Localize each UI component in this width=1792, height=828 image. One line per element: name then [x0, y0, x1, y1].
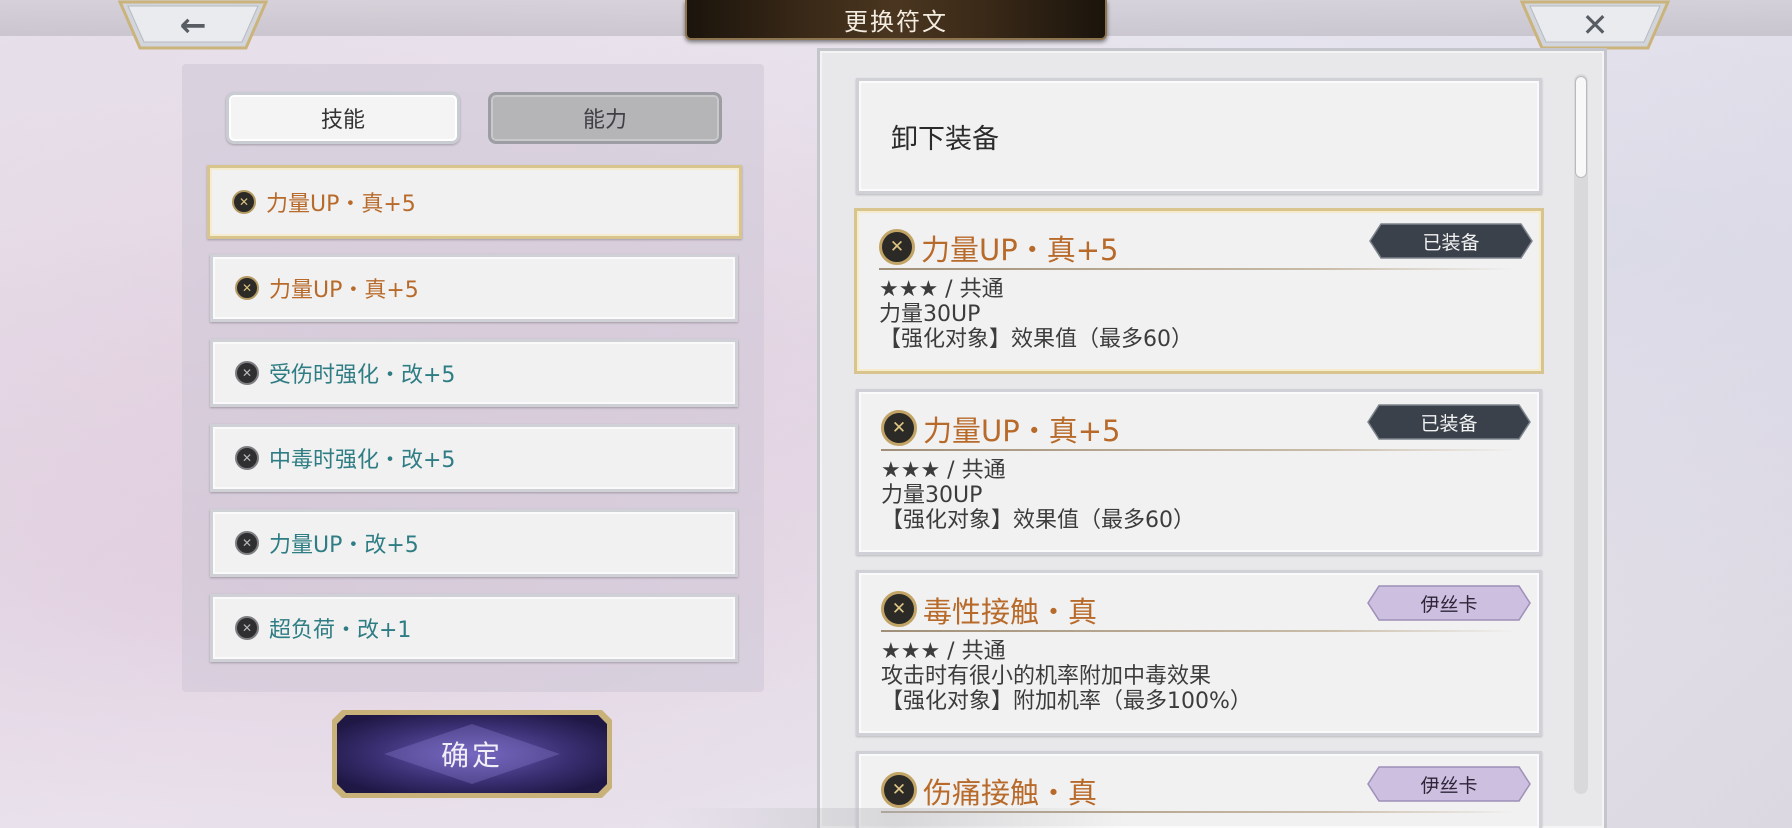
effect-line: 力量30UP [881, 483, 983, 508]
rune-card-title: 伤痛接触・真 [923, 776, 1098, 810]
title-divider [881, 449, 1517, 451]
rune-list-item[interactable]: ✕ 力量UP・改+5 [210, 509, 738, 577]
rune-card-title: 力量UP・真+5 [921, 233, 1119, 267]
tab-skill[interactable]: 技能 [226, 92, 460, 144]
rarity-line: ★★★ / 共通 [881, 458, 1006, 483]
enhance-line: 【强化对象】效果值（最多60） [879, 327, 1193, 352]
gold-rune-icon: ✕ [879, 229, 915, 265]
rune-name: 超负荷・改+1 [269, 618, 412, 643]
rune-card-description: ★★★ / 共通 攻击时有很小的机率附加中毒效果 【强化对象】附加机率（最多10… [881, 639, 1252, 714]
rune-card-description: ★★★ / 共通 力量30UP 【强化对象】效果值（最多60） [879, 277, 1193, 352]
rune-card[interactable]: ✕ 力量UP・真+5 已装备 ★★★ / 共通 力量30UP 【强化对象】效果值… [856, 389, 1542, 555]
equipped-badge: 已装备 [1367, 404, 1531, 440]
grey-rune-icon: ✕ [235, 531, 259, 555]
rune-card[interactable]: ✕ 力量UP・真+5 已装备 ★★★ / 共通 力量30UP 【强化对象】效果值… [854, 208, 1544, 374]
rune-name: 力量UP・真+5 [269, 278, 419, 303]
title-divider [881, 630, 1517, 632]
close-button[interactable]: ✕ [1520, 0, 1670, 50]
unequip-label: 卸下装备 [891, 123, 999, 155]
title-divider [879, 268, 1515, 270]
rune-list-item[interactable]: ✕ 力量UP・真+5 [207, 165, 742, 239]
owner-badge: 伊丝卡 [1367, 585, 1531, 621]
confirm-label: 确定 [440, 739, 503, 772]
rune-list-item[interactable]: ✕ 中毒时强化・改+5 [210, 424, 738, 492]
rune-list-item[interactable]: ✕ 受伤时强化・改+5 [210, 339, 738, 407]
rune-card-title: 力量UP・真+5 [923, 414, 1121, 448]
rune-list-item[interactable]: ✕ 超负荷・改+1 [210, 594, 738, 662]
gold-rune-icon: ✕ [235, 276, 259, 300]
back-arrow-icon: ← [179, 6, 207, 44]
gold-rune-icon: ✕ [881, 772, 917, 808]
scrollbar-thumb[interactable] [1575, 76, 1587, 178]
owner-badge: 伊丝卡 [1367, 766, 1531, 802]
confirm-button[interactable]: 确定 [330, 708, 614, 800]
effect-line: 攻击时有很小的机率附加中毒效果 [881, 664, 1212, 689]
close-icon: ✕ [1581, 6, 1609, 44]
rune-name: 力量UP・改+5 [269, 533, 419, 558]
rune-list-item[interactable]: ✕ 力量UP・真+5 [210, 254, 738, 322]
bottom-decoration [665, 808, 1125, 828]
rarity-line: ★★★ / 共通 [879, 277, 1004, 302]
grey-rune-icon: ✕ [235, 616, 259, 640]
page-title: 更换符文 [844, 7, 948, 36]
gold-rune-icon: ✕ [881, 410, 917, 446]
effect-line: 力量30UP [879, 302, 981, 327]
unequip-button[interactable]: 卸下装备 [856, 78, 1542, 194]
rune-card[interactable]: ✕ 毒性接触・真 伊丝卡 ★★★ / 共通 攻击时有很小的机率附加中毒效果 【强… [856, 570, 1542, 736]
enhance-line: 【强化对象】附加机率（最多100%） [881, 689, 1252, 714]
tab-ability[interactable]: 能力 [488, 92, 722, 144]
back-button[interactable]: ← [118, 0, 268, 50]
gold-rune-icon: ✕ [232, 190, 256, 214]
enhance-line: 【强化对象】效果值（最多60） [881, 508, 1195, 533]
scrollbar-track[interactable] [1574, 74, 1588, 794]
grey-rune-icon: ✕ [235, 361, 259, 385]
gold-rune-icon: ✕ [881, 591, 917, 627]
grey-rune-icon: ✕ [235, 446, 259, 470]
rarity-line: ★★★ / 共通 [881, 639, 1006, 664]
rune-card-description: ★★★ / 共通 力量30UP 【强化对象】效果值（最多60） [881, 458, 1195, 533]
rune-name: 受伤时强化・改+5 [269, 363, 456, 388]
rune-name: 力量UP・真+5 [266, 192, 416, 217]
equipped-badge: 已装备 [1369, 223, 1533, 259]
rune-card-title: 毒性接触・真 [923, 595, 1098, 629]
rune-name: 中毒时强化・改+5 [269, 448, 456, 473]
title-plate: 更换符文 [685, 0, 1107, 40]
